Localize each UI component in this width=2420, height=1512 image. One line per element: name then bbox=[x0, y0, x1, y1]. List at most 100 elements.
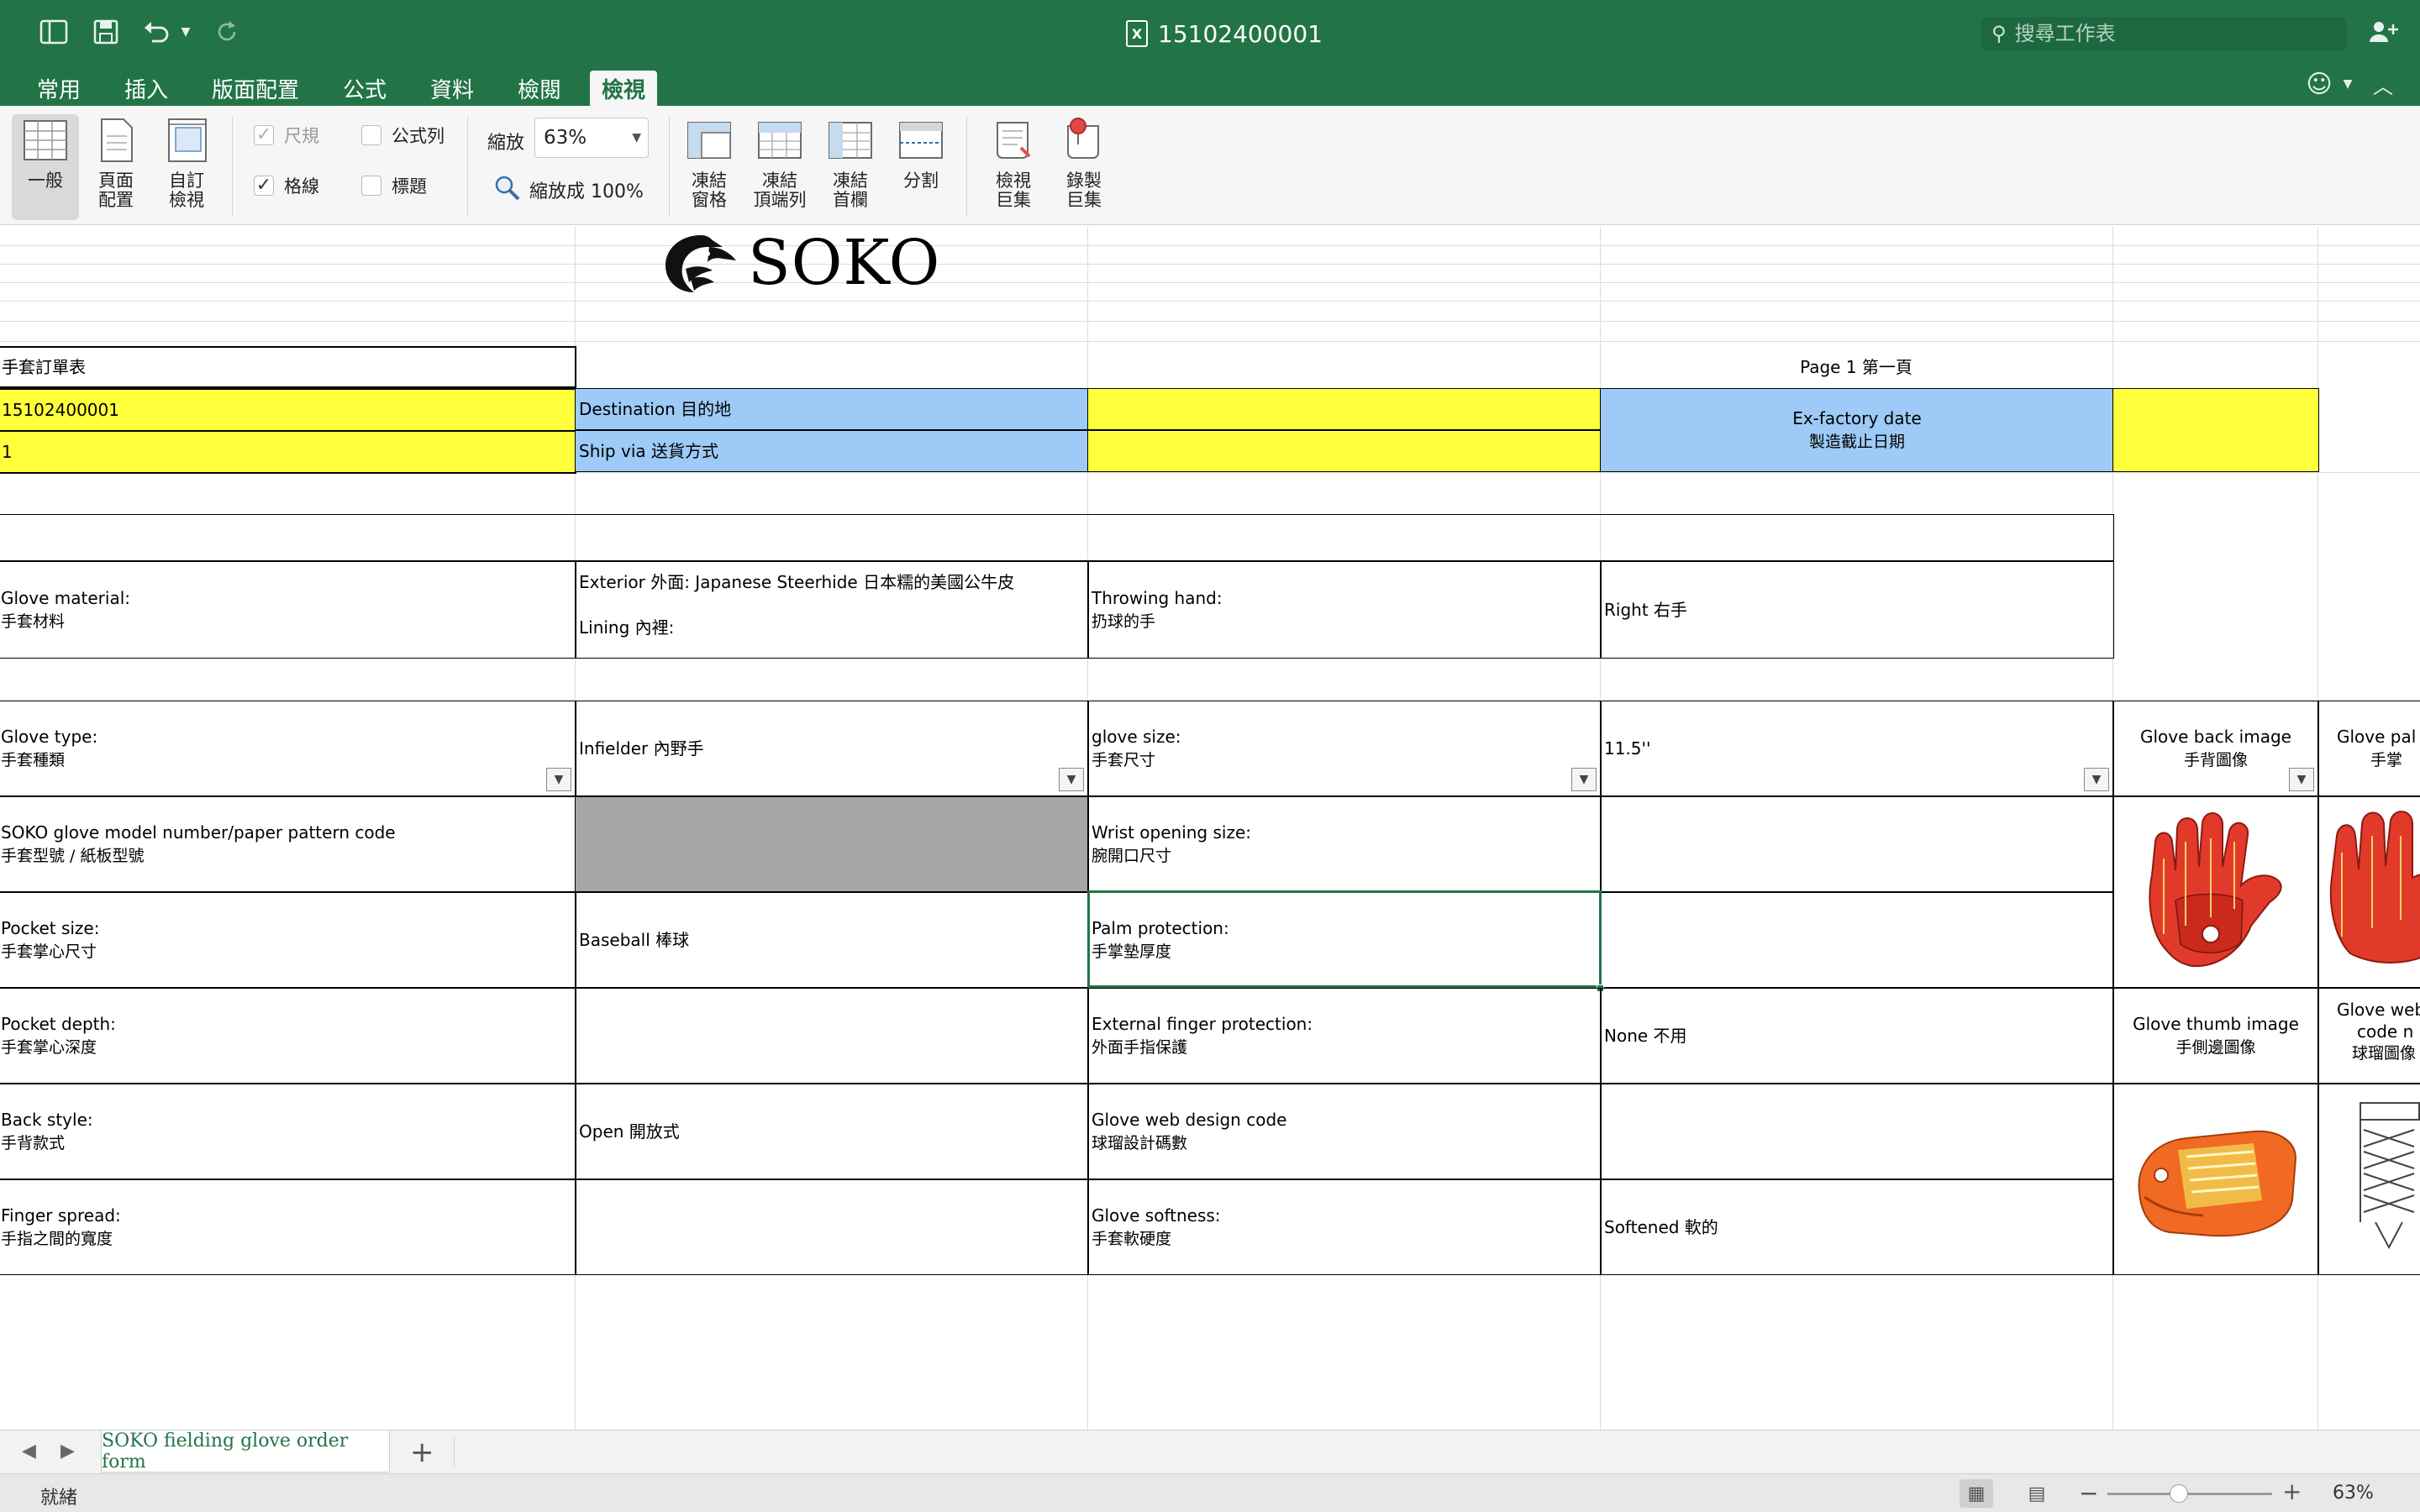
selected-cell-outline[interactable] bbox=[1087, 890, 1602, 988]
destination-cell[interactable]: Destination 目的地 bbox=[575, 388, 1089, 430]
chevron-down-icon[interactable]: ▼ bbox=[1571, 768, 1597, 791]
web-design-value-cell[interactable] bbox=[1600, 1084, 2114, 1179]
collapse-ribbon-icon[interactable]: ︿ bbox=[2366, 67, 2400, 101]
external-finger-zh: 外面手指保護 bbox=[1092, 1038, 1188, 1057]
freeze-panes-button[interactable]: 凍結 窗格 bbox=[676, 114, 743, 220]
glove-type-value-cell[interactable]: Infielder 內野手 bbox=[575, 701, 1089, 796]
wrist-opening-cell[interactable]: Wrist opening size: 腕開口尺寸 bbox=[1087, 796, 1602, 892]
gridlines-checkbox[interactable]: ✓ 格線 bbox=[254, 173, 319, 198]
glove-material-cell[interactable]: Glove material: 手套材料 bbox=[0, 561, 576, 659]
glove-size-value-cell[interactable]: 11.5'' bbox=[1600, 701, 2114, 796]
glove-softness-cell[interactable]: Glove softness: 手套軟硬度 bbox=[1087, 1179, 1602, 1275]
normal-view-status-icon[interactable]: ▦ bbox=[1960, 1479, 1993, 1508]
save-icon[interactable] bbox=[89, 15, 123, 49]
web-design-cell[interactable]: Glove web design code 球瑠設計碼數 bbox=[1087, 1084, 1602, 1179]
chevron-down-icon[interactable]: ▼ bbox=[1059, 768, 1084, 791]
tab-formulas[interactable]: 公式 bbox=[331, 71, 398, 106]
form-title-cell[interactable]: 手套訂單表 bbox=[0, 346, 576, 388]
glove-type-cell[interactable]: Glove type: 手套種類 bbox=[0, 701, 576, 796]
tab-review[interactable]: 檢閱 bbox=[506, 71, 573, 106]
freeze-top-row-label-1: 凍結 bbox=[762, 171, 797, 191]
zoom-slider-thumb[interactable] bbox=[2170, 1484, 2189, 1503]
zoom-in-icon[interactable]: + bbox=[2282, 1478, 2302, 1505]
finger-spread-value-cell[interactable] bbox=[575, 1179, 1089, 1275]
tab-data[interactable]: 資料 bbox=[418, 71, 486, 106]
web-code-image-en2: code n bbox=[2357, 1021, 2414, 1042]
freeze-first-column-button[interactable]: 凍結 首欄 bbox=[817, 114, 884, 220]
search-input[interactable] bbox=[2012, 21, 2316, 46]
back-style-value-cell[interactable]: Open 開放式 bbox=[575, 1084, 1089, 1179]
glove-back-image-cell[interactable] bbox=[2112, 796, 2319, 988]
blank-bordered-row[interactable] bbox=[0, 514, 2114, 561]
destination-value-cell[interactable] bbox=[1087, 388, 1602, 430]
tab-insert[interactable]: 插入 bbox=[113, 71, 180, 106]
exfactory-date-cell[interactable]: Ex-factory date 製造截止日期 bbox=[1600, 388, 2114, 472]
undo-icon[interactable] bbox=[139, 15, 173, 49]
feedback-dropdown-icon[interactable]: ▼ bbox=[2331, 67, 2365, 101]
ruler-checkbox[interactable]: ✓ 尺規 bbox=[254, 123, 319, 148]
sidebar-toggle-icon[interactable] bbox=[37, 15, 71, 49]
material-detail-cell[interactable]: Exterior 外面: Japanese Steerhide 日本糯的美國公牛… bbox=[575, 561, 1089, 659]
ship-via-value-cell[interactable] bbox=[1087, 430, 1602, 472]
external-finger-value-cell[interactable]: None 不用 bbox=[1600, 988, 2114, 1084]
glove-palm-image-cell[interactable] bbox=[2317, 796, 2420, 988]
zoom-out-icon[interactable]: − bbox=[2079, 1479, 2098, 1507]
wrist-opening-value-cell[interactable] bbox=[1600, 796, 2114, 892]
glove-thumb-image-cell[interactable] bbox=[2112, 1084, 2319, 1275]
finger-spread-cell[interactable]: Finger spread: 手指之間的寬度 bbox=[0, 1179, 576, 1275]
tab-view[interactable]: 檢視 bbox=[590, 71, 658, 106]
chevron-down-icon[interactable]: ▼ bbox=[2289, 768, 2314, 791]
prev-sheet-icon[interactable]: ◀ bbox=[22, 1441, 36, 1462]
ship-via-cell[interactable]: Ship via 送貨方式 bbox=[575, 430, 1089, 472]
headings-checkbox[interactable]: 標題 bbox=[361, 173, 427, 198]
model-number-value-cell[interactable] bbox=[575, 796, 1089, 892]
share-user-icon[interactable] bbox=[2366, 15, 2400, 49]
chevron-down-icon[interactable]: ▼ bbox=[2084, 768, 2109, 791]
redo-icon[interactable] bbox=[210, 15, 244, 49]
quantity-cell[interactable]: 1 bbox=[0, 430, 576, 474]
palm-image-label-cell[interactable]: Glove pal 手掌 bbox=[2317, 701, 2420, 796]
pocket-size-value-cell[interactable]: Baseball 棒球 bbox=[575, 892, 1089, 988]
next-sheet-icon[interactable]: ▶ bbox=[60, 1441, 75, 1462]
order-number-cell[interactable]: 15102400001 bbox=[0, 388, 576, 432]
thumb-image-label-cell[interactable]: Glove thumb image 手側邊圖像 bbox=[2112, 988, 2319, 1084]
exfactory-date-value-cell[interactable] bbox=[2112, 388, 2319, 472]
normal-view-button[interactable]: 一般 bbox=[12, 114, 79, 220]
undo-dropdown-icon[interactable]: ▼ bbox=[173, 15, 198, 49]
pocket-size-cell[interactable]: Pocket size: 手套掌心尺寸 bbox=[0, 892, 576, 988]
pocket-depth-value-cell[interactable] bbox=[575, 988, 1089, 1084]
zoom-select[interactable]: 63% ▼ bbox=[534, 118, 649, 158]
split-button[interactable]: 分割 bbox=[887, 114, 955, 220]
record-macro-button[interactable]: 錄製 巨集 bbox=[1050, 114, 1118, 220]
page-layout-status-icon[interactable]: ▤ bbox=[2020, 1479, 2054, 1508]
web-code-image-cell[interactable] bbox=[2317, 1084, 2420, 1275]
external-finger-cell[interactable]: External finger protection: 外面手指保護 bbox=[1087, 988, 1602, 1084]
back-style-cell[interactable]: Back style: 手背款式 bbox=[0, 1084, 576, 1179]
throwing-hand-cell[interactable]: Throwing hand: 扔球的手 bbox=[1087, 561, 1602, 659]
pocket-depth-cell[interactable]: Pocket depth: 手套掌心深度 bbox=[0, 988, 576, 1084]
glove-size-cell[interactable]: glove size: 手套尺寸 bbox=[1087, 701, 1602, 796]
custom-views-button[interactable]: 自訂 檢視 bbox=[153, 114, 220, 220]
tab-page-layout[interactable]: 版面配置 bbox=[200, 71, 311, 106]
ribbon-separator bbox=[669, 116, 670, 217]
tab-home[interactable]: 常用 bbox=[25, 71, 92, 106]
glove-softness-value-cell[interactable]: Softened 軟的 bbox=[1600, 1179, 2114, 1275]
model-number-cell[interactable]: SOKO glove model number/paper pattern co… bbox=[0, 796, 576, 892]
web-code-image-label-cell[interactable]: Glove web code n 球瑠圖像 bbox=[2317, 988, 2420, 1084]
search-sheet-box[interactable]: ⚲ bbox=[1981, 17, 2346, 50]
gridlines-check-icon: ✓ bbox=[254, 176, 274, 196]
glove-back-image bbox=[2149, 812, 2282, 968]
page-label-cell[interactable]: Page 1 第一頁 bbox=[1600, 346, 2112, 388]
sheet-tab-active[interactable]: SOKO fielding glove order form bbox=[101, 1431, 390, 1473]
palm-protection-value-cell[interactable] bbox=[1600, 892, 2114, 988]
view-macros-button[interactable]: 檢視 巨集 bbox=[980, 114, 1047, 220]
chevron-down-icon[interactable]: ▼ bbox=[546, 768, 571, 791]
page-layout-view-button[interactable]: 頁面 配置 bbox=[82, 114, 150, 220]
freeze-top-row-button[interactable]: 凍結 頂端列 bbox=[746, 114, 813, 220]
worksheet-grid[interactable]: SOKO 手套訂單表 Page 1 第一頁 15102400001 1 Dest… bbox=[0, 227, 2420, 1430]
throwing-hand-value-cell[interactable]: Right 右手 bbox=[1600, 561, 2114, 659]
zoom-slider-track[interactable] bbox=[2107, 1493, 2272, 1495]
add-sheet-button[interactable]: + bbox=[410, 1436, 434, 1469]
zoom-to-100-button[interactable]: 縮放成 100% bbox=[492, 173, 644, 207]
formula-bar-checkbox[interactable]: 公式列 bbox=[361, 123, 445, 148]
